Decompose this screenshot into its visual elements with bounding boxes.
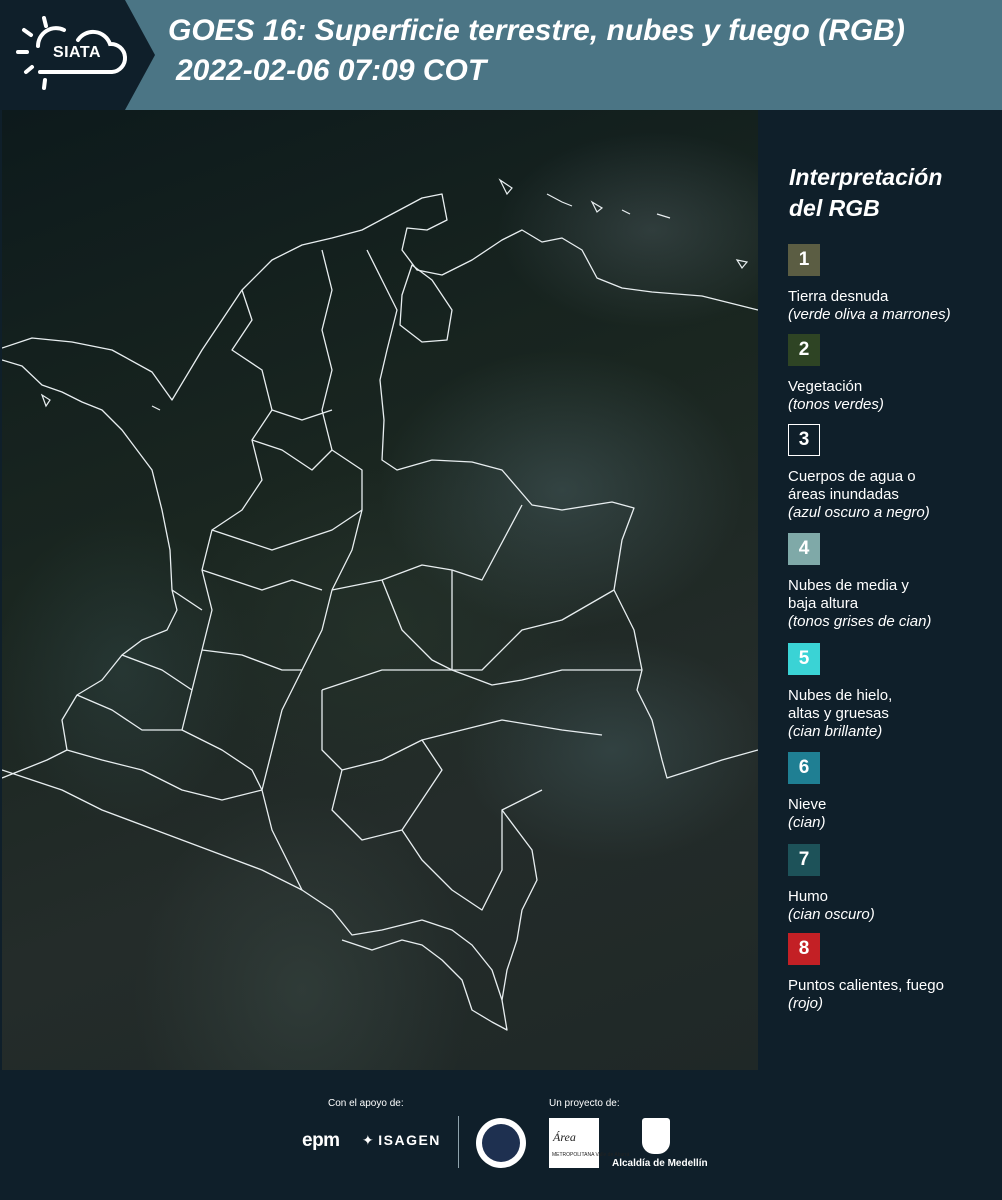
legend-note: (cian) bbox=[788, 814, 826, 831]
legend-title: Interpretación del RGB bbox=[789, 162, 989, 224]
legend-item-fire: 8 Puntos calientes, fuego (rojo) bbox=[788, 933, 998, 1013]
legend-note: (tonos grises de cian) bbox=[788, 613, 932, 630]
isagen-logo: ✦ ISAGEN bbox=[362, 1132, 441, 1149]
legend-swatch: 3 bbox=[788, 424, 820, 456]
legend-label: Nubes de media y bbox=[788, 577, 909, 594]
boundary-lines bbox=[2, 178, 758, 1031]
legend-label: Vegetación bbox=[788, 378, 863, 395]
legend-label: baja altura bbox=[788, 595, 859, 612]
legend-label: Nieve bbox=[788, 796, 827, 813]
legend-item-snow: 6 Nieve (cian) bbox=[788, 752, 998, 832]
medellin-crest-icon bbox=[642, 1118, 670, 1154]
legend-swatch: 5 bbox=[788, 643, 820, 675]
legend-label: Humo bbox=[788, 888, 829, 905]
legend-title-line1: Interpretación bbox=[789, 164, 943, 190]
logo-text: SIATA bbox=[52, 44, 102, 61]
area-metropolitana-logo: Área METROPOLITANA Valle de Aburrá bbox=[549, 1118, 629, 1168]
siata-logo: SIATA bbox=[0, 0, 155, 110]
isagen-text: ISAGEN bbox=[378, 1132, 441, 1148]
project-label: Un proyecto de: bbox=[549, 1098, 620, 1109]
isagen-mark-icon: ✦ bbox=[362, 1132, 376, 1148]
epm-logo: epm bbox=[302, 1130, 340, 1151]
legend-label: Puntos calientes, fuego bbox=[788, 977, 944, 994]
legend-title-line2: del RGB bbox=[789, 195, 880, 221]
footer: Con el apoyo de: Un proyecto de: epm ✦ IS… bbox=[0, 1070, 1002, 1200]
legend-label: Tierra desnuda bbox=[788, 288, 889, 305]
legend-panel: Interpretación del RGB 1 Tierra desnuda … bbox=[775, 110, 1002, 1070]
legend-label: altas y gruesas bbox=[788, 705, 889, 722]
page-timestamp: 2022-02-06 07:09 COT bbox=[176, 54, 487, 87]
legend-note: (rojo) bbox=[788, 995, 824, 1012]
legend-label: áreas inundadas bbox=[788, 486, 899, 503]
legend-swatch: 7 bbox=[788, 844, 820, 876]
legend-swatch: 6 bbox=[788, 752, 820, 784]
legend-note: (azul oscuro a negro) bbox=[788, 504, 930, 521]
university-seal-logo bbox=[476, 1118, 526, 1168]
legend-item-vegetation: 2 Vegetación (tonos verdes) bbox=[788, 334, 998, 414]
satellite-map bbox=[2, 110, 758, 1070]
map-panel bbox=[0, 110, 775, 1070]
legend-note: (cian oscuro) bbox=[788, 906, 875, 923]
legend-item-low-clouds: 4 Nubes de media y baja altura (tonos gr… bbox=[788, 533, 998, 631]
legend-label: Cuerpos de agua o bbox=[788, 468, 916, 485]
page-title: GOES 16: Superficie terrestre, nubes y f… bbox=[168, 14, 905, 47]
legend-swatch: 8 bbox=[788, 933, 820, 965]
footer-divider bbox=[458, 1116, 459, 1168]
support-label: Con el apoyo de: bbox=[328, 1098, 404, 1109]
legend-item-smoke: 7 Humo (cian oscuro) bbox=[788, 844, 998, 924]
legend-item-water: 3 Cuerpos de agua o áreas inundadas (azu… bbox=[788, 424, 998, 522]
legend-note: (tonos verdes) bbox=[788, 396, 884, 413]
legend-note: (verde oliva a marrones) bbox=[788, 306, 951, 323]
medellin-label: Alcaldía de Medellín bbox=[612, 1158, 708, 1169]
legend-item-bare-land: 1 Tierra desnuda (verde oliva a marrones… bbox=[788, 244, 998, 324]
legend-swatch: 4 bbox=[788, 533, 820, 565]
header-bar: SIATA GOES 16: Superficie terrestre, nub… bbox=[0, 0, 1002, 110]
legend-label: Nubes de hielo, bbox=[788, 687, 893, 704]
legend-item-ice-clouds: 5 Nubes de hielo, altas y gruesas (cian … bbox=[788, 643, 998, 741]
legend-note: (cian brillante) bbox=[788, 723, 883, 740]
legend-swatch: 2 bbox=[788, 334, 820, 366]
legend-swatch: 1 bbox=[788, 244, 820, 276]
area-logo-text: Área bbox=[553, 1130, 576, 1144]
